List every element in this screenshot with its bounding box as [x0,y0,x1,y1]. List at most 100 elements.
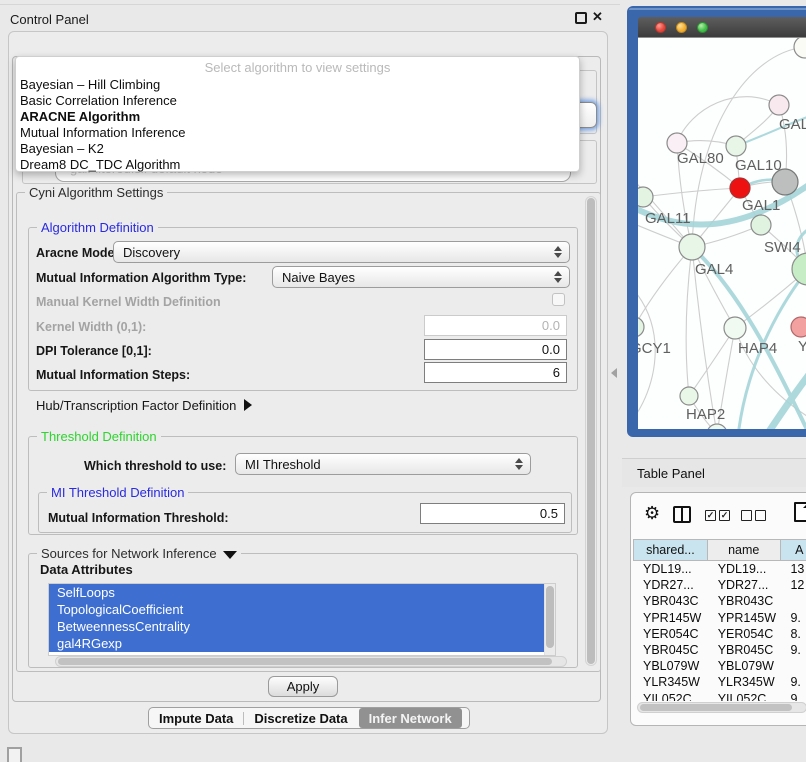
cell: 9 [780,691,806,702]
network-window-titlebar[interactable] [638,17,806,37]
scrollbar-thumb[interactable] [58,658,552,665]
table-header-row: shared... name A [633,539,806,561]
gear-icon[interactable]: ⚙ [644,504,660,522]
table-hscrollbar[interactable] [637,702,806,713]
node-gcy1[interactable] [638,317,644,337]
list-item[interactable]: SelfLoops [49,584,544,601]
cell: YDL19... [633,561,708,577]
algorithm-dropdown: Select algorithm to view settings Bayesi… [15,56,580,172]
dropdown-item[interactable]: Basic Correlation Inference [20,93,177,109]
node-swi4[interactable] [751,215,771,235]
group-title: Algorithm Definition [37,220,158,235]
dropdown-item[interactable]: Dream8 DC_TDC Algorithm [20,157,180,173]
combobox-stepper-icon [554,246,562,258]
node-table: shared... name A YDL19... YDL19... 13 YD… [633,539,806,701]
apply-button[interactable]: Apply [268,676,338,697]
node-label: GAL80 [677,150,724,167]
dropdown-item-selected[interactable]: ARACNE Algorithm [20,109,140,125]
table-row[interactable]: YPR145W YPR145W 9. [633,610,806,626]
select-all-checked-icon[interactable] [705,510,716,521]
node-gal4[interactable] [679,234,705,260]
mi-algorithm-type-combobox[interactable]: Naive Bayes [272,266,570,288]
scrollbar-thumb[interactable] [546,586,554,648]
close-window-icon[interactable] [655,22,666,33]
cell: YPR145W [633,610,708,626]
document-icon[interactable] [794,502,806,522]
table-row[interactable]: YIL052C YIL052C 9 [633,691,806,702]
scrollbar-thumb[interactable] [640,704,792,711]
column-header-shared-name[interactable]: shared... [633,539,708,561]
node-gal10[interactable] [726,136,746,156]
node-hap4[interactable] [724,317,746,339]
node-salmon[interactable] [791,317,806,337]
table-row[interactable]: YDL19... YDL19... 13 [633,561,806,577]
node[interactable] [707,424,727,429]
table-row[interactable]: YLR345W YLR345W 9. [633,674,806,690]
minimized-panel-icon[interactable] [7,747,22,762]
dropdown-item[interactable]: Bayesian – K2 [20,141,104,157]
columns-icon[interactable] [673,506,691,523]
node-green-large[interactable] [792,253,806,285]
network-graph: GAL GAL80 GAL10 GAL1 SWI4 GAL11 GAL4 GCY… [638,38,806,429]
select-all-checked-icon[interactable] [719,510,730,521]
mi-steps-field[interactable] [424,362,567,383]
dropdown-item[interactable]: Mutual Information Inference [20,125,185,141]
mi-threshold-field[interactable] [420,503,565,524]
sources-hscrollbar[interactable] [55,656,567,667]
cell: 9. [780,610,806,626]
select-none-icon[interactable] [755,510,766,521]
cell [780,593,806,609]
table-row[interactable]: YBR045C YBR045C 9. [633,642,806,658]
settings-scrollbar[interactable] [585,196,597,666]
zoom-window-icon[interactable] [697,22,708,33]
splitter-collapse-icon[interactable] [611,368,617,378]
expanded-arrow-icon [223,551,237,559]
which-threshold-combobox[interactable]: MI Threshold [235,453,531,475]
aracne-mode-combobox[interactable]: Discovery [113,241,570,263]
dpi-tolerance-field[interactable] [424,339,567,360]
node[interactable] [794,38,806,58]
combobox-value: Discovery [123,245,180,260]
mi-steps-label: Mutual Information Steps: [36,368,190,382]
select-none-icon[interactable] [741,510,752,521]
list-item[interactable]: TopologicalCoefficient [49,601,544,618]
data-attributes-label: Data Attributes [40,562,133,577]
network-canvas[interactable]: GAL GAL80 GAL10 GAL1 SWI4 GAL11 GAL4 GCY… [638,37,806,429]
group-title: Threshold Definition [37,429,161,444]
table-row[interactable]: YBR043C YBR043C [633,593,806,609]
divider [0,4,620,5]
network-nodes [638,38,806,429]
list-item[interactable]: gal4RGexp [49,635,544,652]
column-header[interactable]: A [781,539,806,561]
tab-infer-network[interactable]: Infer Network [359,708,462,728]
list-item[interactable]: BetweennessCentrality [49,618,544,635]
table-row[interactable]: YBL079W YBL079W [633,658,806,674]
manual-kernel-width-checkbox[interactable] [552,293,565,306]
node-hap2[interactable] [680,387,698,405]
kernel-width-field[interactable] [424,315,567,336]
node-gal11[interactable] [638,187,653,207]
dropdown-item[interactable]: Bayesian – Hill Climbing [20,77,160,93]
kernel-width-label: Kernel Width (0,1): [36,320,146,334]
float-panel-icon[interactable] [575,12,587,24]
node-gal1[interactable] [730,178,750,198]
column-header-name[interactable]: name [708,539,781,561]
hub-definition-toggle[interactable]: Hub/Transcription Factor Definition [36,398,252,413]
node-label: SWI4 [764,239,801,256]
scrollbar-thumb[interactable] [587,198,595,664]
sources-toggle[interactable]: Sources for Network Inference [37,546,241,561]
table-row[interactable]: YDR27... YDR27... 12 [633,577,806,593]
cyni-sub-tabs: Impute Data Discretize Data Infer Networ… [148,707,470,729]
minimize-window-icon[interactable] [676,22,687,33]
list-scrollbar[interactable] [544,584,555,655]
tab-discretize-data[interactable]: Discretize Data [244,708,357,728]
node-gal7[interactable] [769,95,789,115]
combobox-stepper-icon [554,271,562,283]
node-label: HAP4 [738,340,777,357]
close-icon[interactable]: ✕ [592,9,603,25]
cell: YDR27... [633,577,708,593]
combobox-stepper-icon [515,458,523,470]
table-row[interactable]: YER054C YER054C 8. [633,626,806,642]
table-panel-titlebar: Table Panel [622,458,806,487]
tab-impute-data[interactable]: Impute Data [149,708,243,728]
